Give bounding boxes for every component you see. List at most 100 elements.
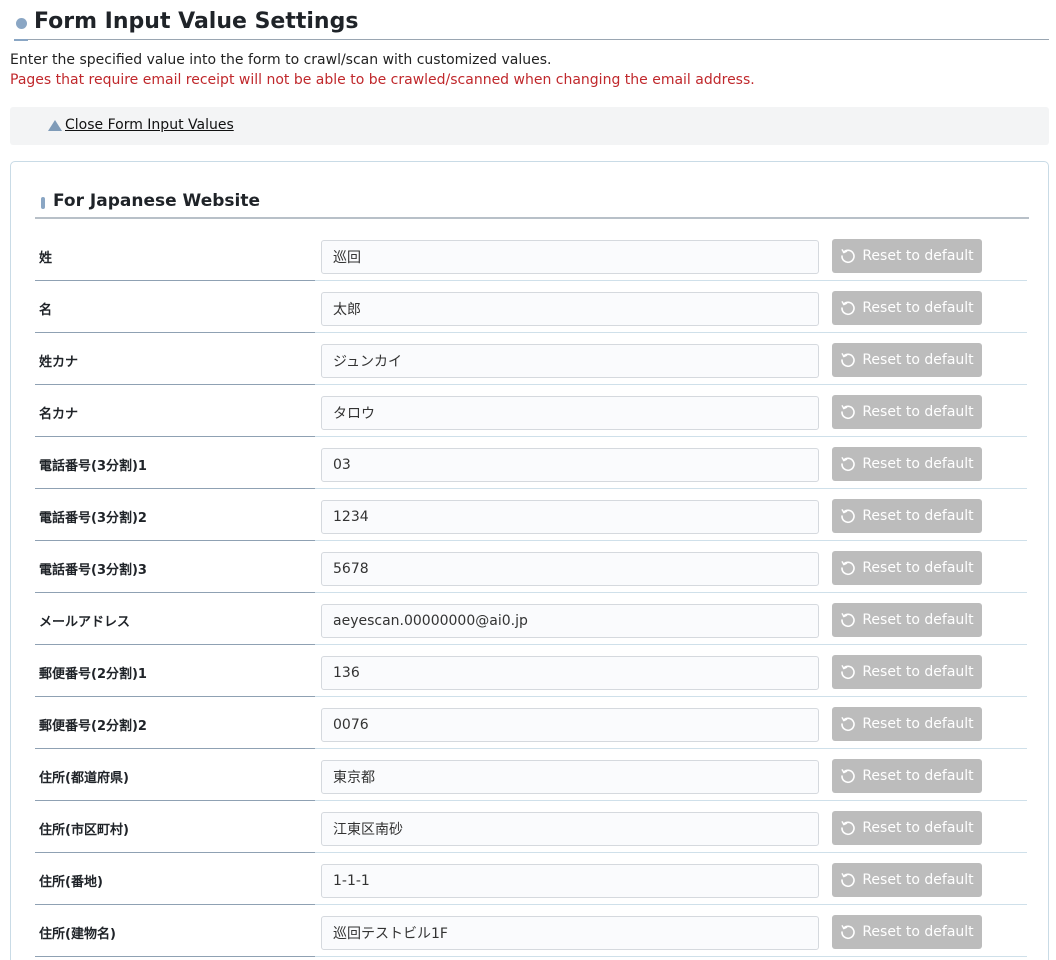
field-input[interactable] (321, 916, 819, 950)
reset-to-default-button[interactable]: Reset to default (832, 447, 982, 481)
reset-to-default-button[interactable]: Reset to default (832, 291, 982, 325)
reset-icon (841, 509, 856, 524)
form-row: 電話番号(3分割)1 Reset to default (35, 437, 1027, 489)
field-label: 電話番号(3分割)1 (39, 459, 147, 474)
reset-icon (841, 457, 856, 472)
reset-button-label: Reset to default (862, 716, 974, 732)
section-title: For Japanese Website (53, 191, 260, 211)
field-input[interactable] (321, 656, 819, 690)
reset-icon (841, 249, 856, 264)
page-description: Enter the specified value into the form … (10, 52, 552, 68)
reset-to-default-button[interactable]: Reset to default (832, 915, 982, 949)
page-header: Form Input Value Settings (14, 8, 1049, 41)
field-label: 姓 (39, 251, 53, 266)
field-label: 姓カナ (39, 355, 79, 370)
form-row: 住所(番地) Reset to default (35, 853, 1027, 905)
field-label: 電話番号(3分割)2 (39, 511, 147, 526)
section-header: For Japanese Website (35, 189, 1029, 219)
reset-button-label: Reset to default (862, 560, 974, 576)
reset-to-default-button[interactable]: Reset to default (832, 239, 982, 273)
reset-icon (841, 613, 856, 628)
field-label: 住所(市区町村) (39, 823, 129, 838)
reset-button-label: Reset to default (862, 872, 974, 888)
form-row: 住所(建物名) Reset to default (35, 905, 1027, 957)
reset-to-default-button[interactable]: Reset to default (832, 499, 982, 533)
reset-button-label: Reset to default (862, 924, 974, 940)
bullet-dot-icon (16, 18, 27, 29)
field-input[interactable] (321, 240, 819, 274)
field-label: 郵便番号(2分割)1 (39, 667, 147, 682)
email-warning-text: Pages that require email receipt will no… (10, 72, 755, 88)
reset-to-default-button[interactable]: Reset to default (832, 707, 982, 741)
reset-button-label: Reset to default (862, 820, 974, 836)
reset-button-label: Reset to default (862, 664, 974, 680)
close-form-values-label: Close Form Input Values (65, 117, 234, 133)
close-form-values-link[interactable]: Close Form Input Values (48, 117, 234, 133)
reset-icon (841, 925, 856, 940)
row-divider (315, 956, 1027, 957)
form-input-settings-page: Form Input Value Settings Enter the spec… (0, 0, 1056, 960)
reset-to-default-button[interactable]: Reset to default (832, 655, 982, 689)
row-divider-label (35, 956, 315, 957)
reset-icon (841, 665, 856, 680)
title-underline-accent (14, 39, 28, 41)
field-label: 住所(番地) (39, 875, 103, 890)
field-label: 郵便番号(2分割)2 (39, 719, 147, 734)
form-row: 電話番号(3分割)2 Reset to default (35, 489, 1027, 541)
reset-button-label: Reset to default (862, 456, 974, 472)
reset-icon (841, 561, 856, 576)
reset-to-default-button[interactable]: Reset to default (832, 603, 982, 637)
field-input[interactable] (321, 760, 819, 794)
field-input[interactable] (321, 552, 819, 586)
form-row: 郵便番号(2分割)2 Reset to default (35, 697, 1027, 749)
form-row: メールアドレス Reset to default (35, 593, 1027, 645)
field-label: メールアドレス (39, 615, 131, 630)
reset-icon (841, 301, 856, 316)
field-input[interactable] (321, 396, 819, 430)
reset-button-label: Reset to default (862, 300, 974, 316)
toggle-bar: Close Form Input Values (10, 107, 1049, 145)
reset-icon (841, 873, 856, 888)
form-row: 名 Reset to default (35, 281, 1027, 333)
field-label: 電話番号(3分割)3 (39, 563, 147, 578)
form-row: 姓カナ Reset to default (35, 333, 1027, 385)
reset-button-label: Reset to default (862, 508, 974, 524)
reset-button-label: Reset to default (862, 404, 974, 420)
field-input[interactable] (321, 864, 819, 898)
reset-icon (841, 405, 856, 420)
form-row: 住所(市区町村) Reset to default (35, 801, 1027, 853)
reset-icon (841, 769, 856, 784)
form-rows: 姓 Reset to default 名 Reset to default 姓カナ Res… (35, 229, 1027, 957)
field-input[interactable] (321, 448, 819, 482)
field-input[interactable] (321, 292, 819, 326)
reset-button-label: Reset to default (862, 612, 974, 628)
form-row: 姓 Reset to default (35, 229, 1027, 281)
form-row: 住所(都道府県) Reset to default (35, 749, 1027, 801)
reset-to-default-button[interactable]: Reset to default (832, 863, 982, 897)
field-input[interactable] (321, 708, 819, 742)
field-input[interactable] (321, 812, 819, 846)
reset-to-default-button[interactable]: Reset to default (832, 343, 982, 377)
reset-button-label: Reset to default (862, 768, 974, 784)
triangle-up-icon (48, 119, 62, 131)
field-label: 名カナ (39, 407, 79, 422)
reset-to-default-button[interactable]: Reset to default (832, 759, 982, 793)
field-input[interactable] (321, 344, 819, 378)
reset-button-label: Reset to default (862, 248, 974, 264)
reset-icon (841, 353, 856, 368)
field-label: 住所(都道府県) (39, 771, 129, 786)
form-row: 電話番号(3分割)3 Reset to default (35, 541, 1027, 593)
reset-icon (841, 717, 856, 732)
reset-icon (841, 821, 856, 836)
field-input[interactable] (321, 500, 819, 534)
section-marker-icon (41, 197, 45, 209)
form-row: 郵便番号(2分割)1 Reset to default (35, 645, 1027, 697)
field-input[interactable] (321, 604, 819, 638)
field-label: 住所(建物名) (39, 927, 116, 942)
reset-to-default-button[interactable]: Reset to default (832, 395, 982, 429)
page-title: Form Input Value Settings (34, 9, 359, 34)
reset-to-default-button[interactable]: Reset to default (832, 811, 982, 845)
field-label: 名 (39, 303, 53, 318)
form-row: 名カナ Reset to default (35, 385, 1027, 437)
reset-to-default-button[interactable]: Reset to default (832, 551, 982, 585)
